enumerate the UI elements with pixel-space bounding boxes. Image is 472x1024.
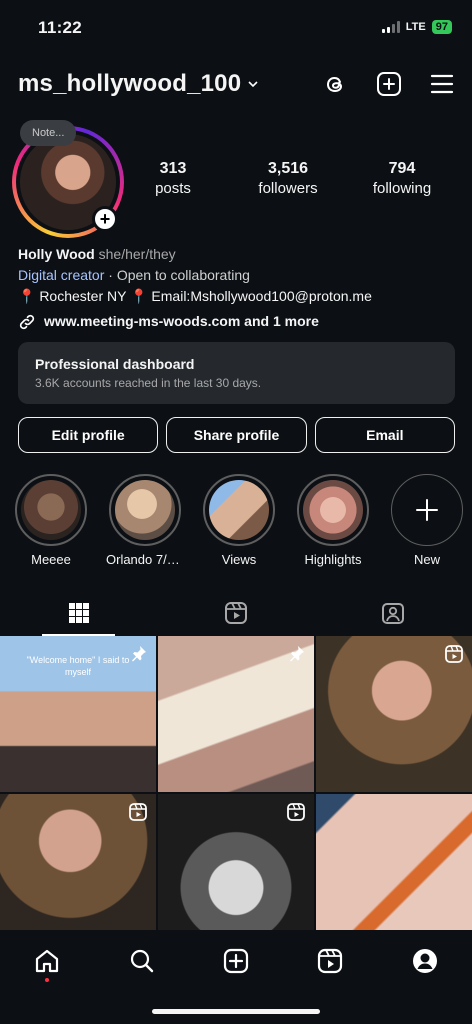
profile-actions: Edit profile Share profile Email	[18, 417, 455, 453]
post-caption: "Welcome home" I said to myself	[26, 655, 130, 677]
story-highlights: Meeee Orlando 7/2... Views Highlights Ne…	[12, 474, 472, 567]
profile-icon	[412, 949, 437, 973]
posts-label: posts	[155, 180, 191, 197]
highlight-cover	[209, 480, 269, 540]
following-count: 794	[388, 160, 416, 177]
highlight-cover	[115, 480, 175, 540]
profile-header: ms_hollywood_100	[18, 64, 454, 104]
notification-dot	[45, 978, 50, 982]
highlight-item[interactable]: Meeee	[12, 474, 90, 567]
grid-post[interactable]	[0, 794, 156, 950]
home-indicator	[152, 1009, 320, 1014]
highlight-label: Orlando 7/2...	[106, 552, 184, 567]
highlight-item[interactable]: Highlights	[294, 474, 372, 567]
grid-post[interactable]	[316, 636, 472, 792]
highlight-label: Highlights	[304, 552, 362, 567]
highlight-item[interactable]: Orlando 7/2...	[106, 474, 184, 567]
reels-icon	[224, 602, 247, 624]
stat-posts[interactable]: 313 posts	[128, 160, 218, 197]
followers-count: 3,516	[267, 160, 309, 177]
menu-icon[interactable]	[430, 73, 454, 95]
stat-followers[interactable]: 3,516 followers	[243, 160, 333, 197]
reels-icon	[318, 948, 343, 974]
highlight-label: New	[413, 552, 440, 567]
pin-icon	[132, 646, 146, 662]
create-post-icon	[223, 948, 249, 974]
stat-following[interactable]: 794 following	[357, 160, 447, 197]
share-profile-button[interactable]: Share profile	[166, 417, 307, 453]
nav-profile[interactable]	[405, 944, 445, 978]
highlight-label: Meeee	[31, 552, 71, 567]
email-button[interactable]: Email	[314, 417, 455, 453]
new-highlight[interactable]: New	[388, 474, 466, 567]
highlight-cover	[21, 480, 81, 540]
bio-section: Holly Wood she/her/they Digital creator …	[18, 244, 458, 332]
nav-create[interactable]	[216, 944, 256, 978]
bottom-navigation	[0, 930, 472, 1024]
location-email-line: 📍 Rochester NY 📍 Email:Mshollywood100@pr…	[18, 288, 372, 304]
reel-icon	[287, 803, 305, 821]
note-bubble[interactable]: Note...	[20, 120, 77, 146]
posts-count: 313	[159, 160, 187, 177]
signal-icon	[381, 21, 400, 33]
posts-grid: "Welcome home" I said to myself	[0, 636, 472, 950]
dashboard-title: Professional dashboard	[35, 356, 195, 372]
battery-icon: 97	[431, 20, 452, 34]
create-icon[interactable]	[376, 71, 402, 97]
home-icon	[36, 949, 59, 973]
category-label[interactable]: Digital creator	[18, 267, 104, 283]
profile-tabs	[0, 590, 472, 636]
pronouns: she/her/they	[98, 246, 176, 262]
highlight-cover	[303, 480, 363, 540]
reel-icon	[445, 645, 463, 663]
tab-tagged[interactable]	[315, 590, 472, 636]
status-time: 11:22	[38, 18, 83, 37]
add-story-icon[interactable]: +	[92, 206, 118, 232]
grid-post[interactable]	[158, 636, 314, 792]
grid-post[interactable]	[158, 794, 314, 950]
chevron-down-icon[interactable]	[247, 78, 259, 90]
display-name: Holly Wood	[18, 246, 95, 262]
threads-icon[interactable]	[322, 71, 348, 97]
edit-profile-button[interactable]: Edit profile	[18, 417, 159, 453]
availability-text: · Open to collaborating	[108, 267, 250, 283]
link-icon	[19, 314, 35, 329]
network-type: LTE	[405, 21, 426, 33]
reel-icon	[129, 803, 147, 821]
tab-reels[interactable]	[157, 590, 314, 636]
followers-label: followers	[258, 180, 318, 197]
plus-icon	[416, 499, 438, 521]
search-icon	[130, 949, 153, 973]
nav-search[interactable]	[122, 944, 162, 978]
grid-icon	[68, 603, 89, 623]
status-indicators: LTE 97	[381, 20, 452, 34]
dashboard-subtitle: 3.6K accounts reached in the last 30 day…	[35, 376, 262, 390]
professional-dashboard[interactable]: Professional dashboard 3.6K accounts rea…	[18, 342, 455, 404]
grid-post[interactable]	[316, 794, 472, 950]
bio-link[interactable]: www.meeting-ms-woods.com and 1 more	[18, 311, 458, 332]
nav-reels[interactable]	[310, 944, 350, 978]
nav-home[interactable]	[27, 944, 67, 982]
following-label: following	[372, 180, 432, 197]
status-bar: 11:22 LTE 97	[0, 0, 472, 52]
highlight-item[interactable]: Views	[200, 474, 278, 567]
bio-link-text[interactable]: www.meeting-ms-woods.com and 1 more	[44, 311, 319, 332]
profile-avatar[interactable]: Note... +	[12, 120, 124, 238]
grid-post[interactable]: "Welcome home" I said to myself	[0, 636, 156, 792]
tagged-icon	[382, 603, 405, 624]
tab-posts-grid[interactable]	[0, 590, 157, 636]
pin-icon	[290, 646, 304, 662]
username-title[interactable]: ms_hollywood_100	[18, 70, 241, 98]
highlight-label: Views	[221, 552, 257, 567]
